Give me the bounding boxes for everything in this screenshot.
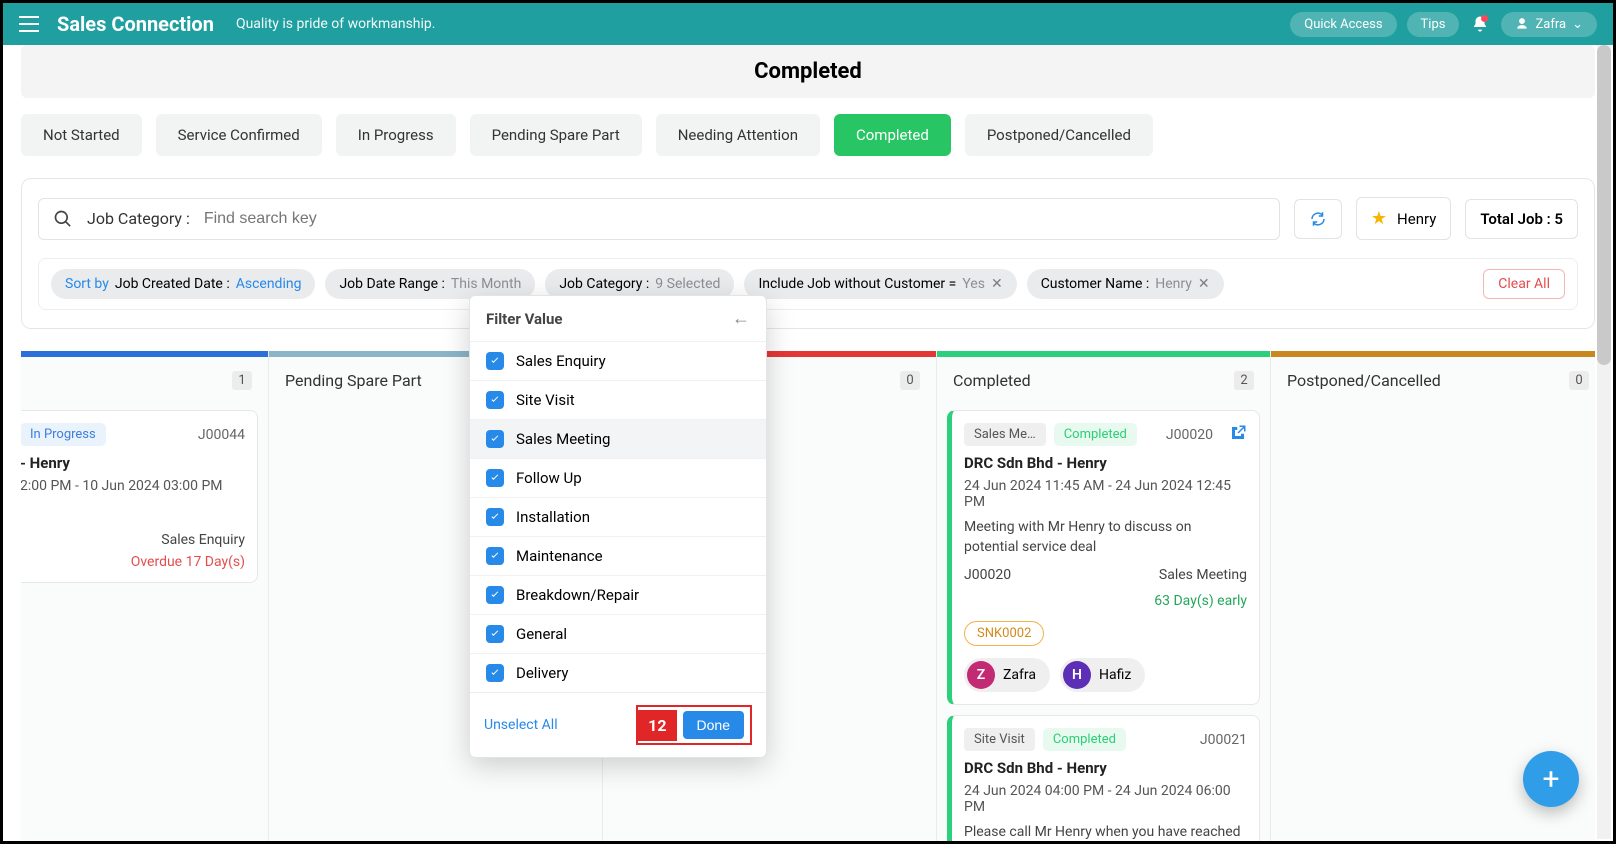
option-follow-up[interactable]: Follow Up xyxy=(470,458,766,497)
card-desc: Please call Mr Henry when you have reach… xyxy=(964,823,1247,841)
favorite-filter[interactable]: ★ Henry xyxy=(1356,197,1451,240)
panel-title: Filter Value xyxy=(486,310,563,328)
slogan: Quality is pride of workmanship. xyxy=(236,16,436,32)
card-title: DRC Sdn Bhd - Henry xyxy=(964,454,1247,472)
assignee[interactable]: Z Zafra xyxy=(964,658,1050,692)
option-maintenance[interactable]: Maintenance xyxy=(470,536,766,575)
tab-in-progress[interactable]: In Progress xyxy=(336,114,456,156)
brand: Sales Connection xyxy=(57,12,214,36)
col-title: Pending Spare Part xyxy=(285,371,422,390)
card-title: - Henry xyxy=(21,454,245,472)
bell-icon[interactable] xyxy=(1469,13,1491,35)
job-number: J00020 xyxy=(1166,427,1213,443)
scrollbar[interactable] xyxy=(1597,45,1611,839)
job-card[interactable]: In Progress J00044 - Henry 2:00 PM - 10 … xyxy=(21,410,258,583)
col-count: 2 xyxy=(1234,371,1254,390)
early-text: 63 Day(s) early xyxy=(1154,593,1247,609)
chevron-down-icon: ⌄ xyxy=(1572,17,1583,32)
card-type: Sales Meeting xyxy=(1159,567,1247,583)
col-title: Postponed/Cancelled xyxy=(1287,371,1441,390)
chip-sort[interactable]: Sort by Job Created Date : Ascending xyxy=(51,269,315,299)
option-sales-meeting[interactable]: Sales Meeting xyxy=(470,419,766,458)
card-desc: Meeting with Mr Henry to discuss on pote… xyxy=(964,518,1247,557)
open-icon[interactable] xyxy=(1229,424,1247,446)
card-date: 24 Jun 2024 04:00 PM - 24 Jun 2024 06:00… xyxy=(964,783,1247,815)
unselect-all[interactable]: Unselect All xyxy=(484,717,558,733)
job-card[interactable]: Sales Me… Completed J00020 DRC Sdn Bhd -… xyxy=(947,410,1260,705)
quick-access-button[interactable]: Quick Access xyxy=(1290,12,1396,37)
card-type: Sales Enquiry xyxy=(161,532,245,548)
user-name: Zafra xyxy=(1535,17,1566,32)
favorite-label: Henry xyxy=(1397,210,1436,228)
tab-completed[interactable]: Completed xyxy=(834,114,951,156)
card-date: 24 Jun 2024 11:45 AM - 24 Jun 2024 12:45… xyxy=(964,478,1247,510)
page-title: Completed xyxy=(21,45,1595,98)
job-number: J00044 xyxy=(198,427,245,443)
col-count: 0 xyxy=(1569,371,1589,390)
avatar: Z xyxy=(967,661,995,689)
tips-button[interactable]: Tips xyxy=(1407,12,1460,37)
assignee[interactable]: H Hafiz xyxy=(1060,658,1145,692)
card-date: 2:00 PM - 10 Jun 2024 03:00 PM xyxy=(21,478,245,494)
type-badge: Sales Me… xyxy=(964,423,1046,446)
menu-icon[interactable] xyxy=(19,14,39,34)
close-icon[interactable]: ✕ xyxy=(991,276,1003,292)
col-count: 1 xyxy=(232,371,252,390)
option-site-visit[interactable]: Site Visit xyxy=(470,380,766,419)
chip-include[interactable]: Include Job without Customer = Yes ✕ xyxy=(744,269,1016,299)
status-badge: Completed xyxy=(1054,423,1137,446)
annotation-badge: 12 xyxy=(638,710,676,741)
type-badge: Site Visit xyxy=(964,728,1035,751)
filter-value-panel: Filter Value ← Sales Enquiry Site Visit … xyxy=(469,295,767,758)
option-breakdown[interactable]: Breakdown/Repair xyxy=(470,575,766,614)
option-installation[interactable]: Installation xyxy=(470,497,766,536)
add-button[interactable]: + xyxy=(1523,751,1579,807)
total-job: Total Job : 5 xyxy=(1465,199,1578,239)
tab-service-confirmed[interactable]: Service Confirmed xyxy=(156,114,322,156)
search-label: Job Category : xyxy=(87,209,190,228)
search-input[interactable] xyxy=(204,210,1265,228)
star-icon: ★ xyxy=(1371,208,1387,229)
col-title: Completed xyxy=(953,371,1031,390)
status-badge: Completed xyxy=(1043,728,1126,751)
refresh-icon xyxy=(1309,210,1327,228)
done-button[interactable]: Done xyxy=(683,711,744,739)
clear-all-button[interactable]: Clear All xyxy=(1483,269,1565,299)
tab-not-started[interactable]: Not Started xyxy=(21,114,142,156)
refresh-button[interactable] xyxy=(1294,199,1342,239)
avatar: H xyxy=(1063,661,1091,689)
job-ref: J00020 xyxy=(964,567,1011,583)
job-number: J00021 xyxy=(1200,732,1247,748)
tab-needing-attention[interactable]: Needing Attention xyxy=(656,114,820,156)
status-badge: In Progress xyxy=(21,423,106,446)
close-icon[interactable]: ✕ xyxy=(1198,276,1210,292)
search-box[interactable]: Job Category : xyxy=(38,198,1280,240)
card-title: DRC Sdn Bhd - Henry xyxy=(964,759,1247,777)
user-menu[interactable]: Zafra ⌄ xyxy=(1501,12,1597,37)
option-general[interactable]: General xyxy=(470,614,766,653)
back-icon[interactable]: ← xyxy=(732,308,750,329)
tag[interactable]: SNK0002 xyxy=(964,621,1044,646)
tab-pending-spare-part[interactable]: Pending Spare Part xyxy=(470,114,642,156)
overdue-text: Overdue 17 Day(s) xyxy=(21,554,245,570)
job-card[interactable]: Site Visit Completed J00021 DRC Sdn Bhd … xyxy=(947,715,1260,841)
search-icon xyxy=(53,209,73,229)
option-delivery[interactable]: Delivery xyxy=(470,653,766,692)
option-sales-enquiry[interactable]: Sales Enquiry xyxy=(470,341,766,380)
tab-postponed[interactable]: Postponed/Cancelled xyxy=(965,114,1153,156)
col-count: 0 xyxy=(900,371,920,390)
chip-customer[interactable]: Customer Name : Henry ✕ xyxy=(1027,269,1224,299)
